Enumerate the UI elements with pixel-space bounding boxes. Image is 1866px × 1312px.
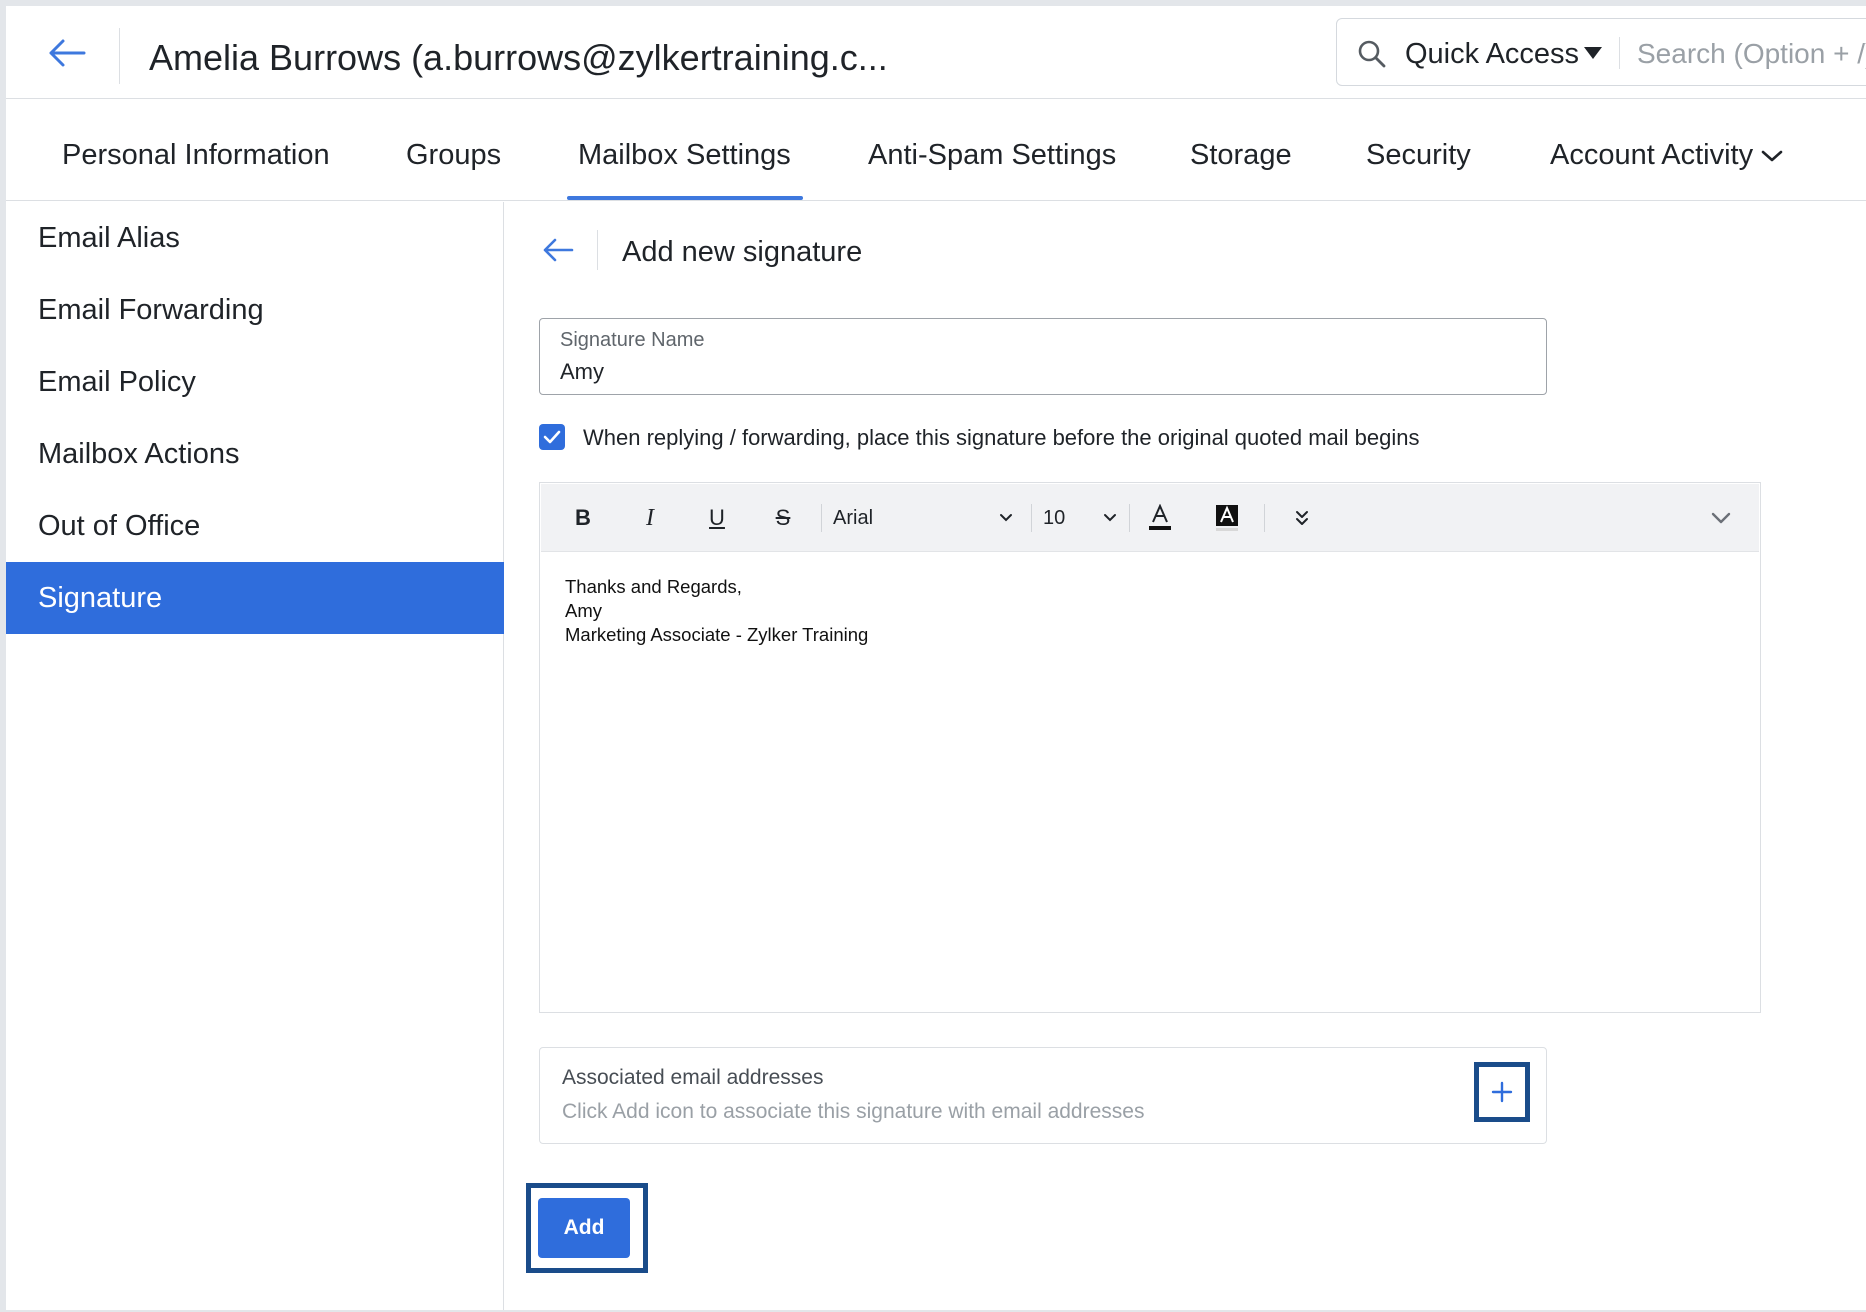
add-email-address-button[interactable] [1474,1062,1530,1122]
signature-panel: Add new signature Signature Name When re… [504,202,1866,1310]
font-size-value: 10 [1043,506,1066,529]
page-title: Amelia Burrows (a.burrows@zylkertraining… [149,37,888,78]
checkmark-icon [543,430,561,444]
quick-access-label[interactable]: Quick Access [1405,37,1579,71]
associated-email-hint: Click Add icon to associate this signatu… [562,1100,1145,1123]
tab-personal-information[interactable]: Personal Information [62,137,330,173]
chevron-down-icon [1761,151,1783,162]
signature-name-label: Signature Name [560,329,705,351]
sidebar-item-email-alias[interactable]: Email Alias [6,202,504,274]
place-before-quoted-checkbox[interactable] [539,424,565,450]
toolbar-divider [1031,504,1032,532]
text-color-button[interactable] [1140,498,1180,538]
highlight-color-icon [1216,505,1238,531]
caret-down-icon[interactable] [1582,45,1604,61]
arrow-left-icon [49,39,86,67]
underline-button[interactable]: U [697,498,737,538]
tab-account-activity-label: Account Activity [1550,139,1754,171]
global-search-input[interactable] [1637,33,1866,75]
sidebar-item-mailbox-actions[interactable]: Mailbox Actions [6,418,504,490]
font-family-value: Arial [833,506,874,529]
plus-icon [1491,1081,1513,1103]
sidebar-item-email-forwarding[interactable]: Email Forwarding [6,274,504,346]
signature-line: Thanks and Regards, [565,576,742,597]
signature-line: Marketing Associate - Zylker Training [565,624,869,645]
toolbar-divider [1264,504,1265,532]
editor-toolbar: B I U S Arial 10 [541,484,1759,552]
add-signature-button[interactable]: Add [538,1198,630,1258]
place-before-quoted-label: When replying / forwarding, place this s… [583,425,1420,450]
associated-email-addresses-box: Associated email addresses Click Add ico… [539,1047,1547,1144]
signature-editor: B I U S Arial 10 Thanks and Regards, Amy… [539,482,1761,1013]
italic-button[interactable]: I [630,498,670,538]
text-color-icon [1149,504,1171,530]
chevron-down-icon [1000,514,1012,522]
background-color-button[interactable] [1207,498,1247,538]
signature-back-button[interactable] [538,232,578,268]
signature-line: Amy [565,600,602,621]
back-button[interactable] [42,30,92,76]
tab-anti-spam-settings[interactable]: Anti-Spam Settings [868,137,1116,173]
arrow-left-icon [543,238,574,262]
subheader-divider [597,230,598,270]
signature-editor-body[interactable]: Thanks and Regards, Amy Marketing Associ… [565,575,868,647]
font-family-select[interactable]: Arial [833,498,1019,538]
page-header: Amelia Burrows (a.burrows@zylkertraining… [6,6,1866,99]
font-size-select[interactable]: 10 [1043,498,1123,538]
quick-access-search-bar: Quick Access [1336,18,1866,86]
tab-account-activity[interactable]: Account Activity [1550,137,1783,173]
search-icon [1358,40,1386,68]
signature-name-input[interactable] [560,357,1520,387]
tab-storage[interactable]: Storage [1190,137,1292,173]
header-divider [119,28,120,84]
chevron-down-icon [1711,512,1731,524]
tab-groups[interactable]: Groups [406,137,501,173]
mailbox-settings-sidebar: Email Alias Email Forwarding Email Polic… [6,202,504,1310]
quick-access-divider [1619,37,1620,69]
signature-form-title: Add new signature [622,236,863,268]
double-chevron-down-icon [1296,511,1308,525]
bold-button[interactable]: B [563,498,603,538]
strikethrough-button[interactable]: S [763,498,803,538]
settings-tabs: Personal Information Groups Mailbox Sett… [6,99,1866,201]
tab-security[interactable]: Security [1366,137,1471,173]
tab-mailbox-settings[interactable]: Mailbox Settings [578,137,791,173]
signature-name-field[interactable]: Signature Name [539,318,1547,395]
sidebar-item-signature[interactable]: Signature [6,562,504,634]
sidebar-item-email-policy[interactable]: Email Policy [6,346,504,418]
toolbar-divider [821,504,822,532]
toolbar-divider [1129,504,1130,532]
more-tools-button[interactable] [1282,498,1322,538]
sidebar-item-out-of-office[interactable]: Out of Office [6,490,504,562]
active-tab-underline [567,196,803,200]
associated-email-label: Associated email addresses [562,1066,824,1089]
collapse-toolbar-button[interactable] [1701,498,1741,538]
chevron-down-icon [1104,514,1116,522]
admin-console-window: Amelia Burrows (a.burrows@zylkertraining… [6,6,1866,1310]
